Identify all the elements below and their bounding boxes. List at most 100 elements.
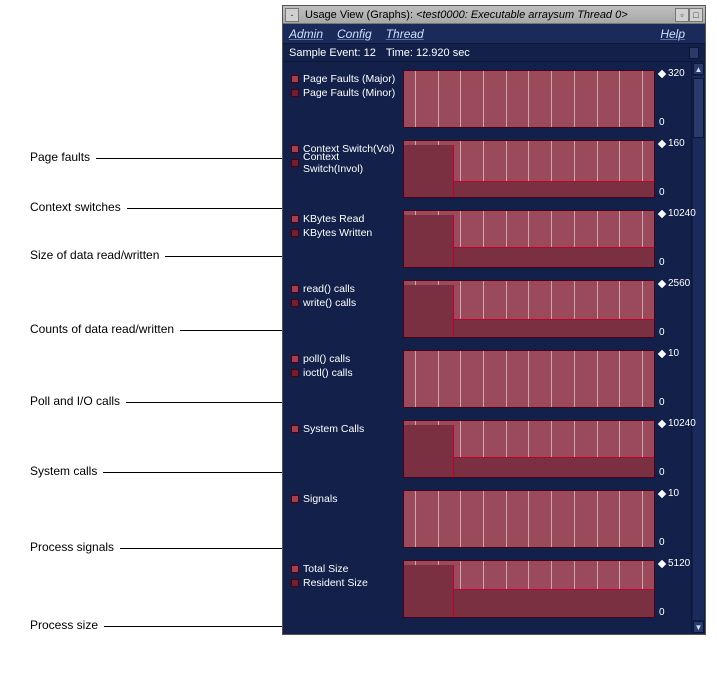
scale-max: 10240 bbox=[659, 418, 696, 429]
graph-scale: 102400 bbox=[657, 208, 691, 268]
graph-panel: poll() callsioctl() calls100 bbox=[287, 348, 691, 408]
legend-label: Resident Size bbox=[303, 577, 368, 589]
diamond-icon bbox=[658, 139, 666, 147]
graph-box[interactable]: 102400 bbox=[403, 208, 691, 268]
panel-legend: Signals bbox=[287, 488, 403, 548]
scale-max: 160 bbox=[659, 138, 685, 149]
graph-line bbox=[454, 457, 654, 458]
callout-text: Page faults bbox=[30, 150, 96, 164]
scale-min-value: 0 bbox=[659, 537, 665, 548]
scale-max: 10 bbox=[659, 488, 679, 499]
legend-row: ioctl() calls bbox=[291, 366, 399, 380]
callout-label: System calls bbox=[30, 464, 282, 478]
maximize-button[interactable]: □ bbox=[689, 8, 703, 22]
legend-row: Page Faults (Major) bbox=[291, 72, 399, 86]
panel-legend: read() callswrite() calls bbox=[287, 278, 403, 338]
graph-panel: Context Switch(Vol)Context Switch(Invol)… bbox=[287, 138, 691, 198]
callout-text: System calls bbox=[30, 464, 103, 478]
scale-max-value: 10 bbox=[668, 488, 679, 499]
diamond-icon bbox=[658, 69, 666, 77]
graph-box[interactable]: 102400 bbox=[403, 418, 691, 478]
graph-box[interactable]: 1600 bbox=[403, 138, 691, 198]
panel-legend: Page Faults (Major)Page Faults (Minor) bbox=[287, 68, 403, 128]
menu-admin[interactable]: Admin bbox=[289, 27, 323, 41]
scale-max: 10 bbox=[659, 348, 679, 359]
callout-label: Counts of data read/written bbox=[30, 322, 282, 336]
menu-config[interactable]: Config bbox=[337, 27, 372, 41]
graph-line bbox=[454, 247, 654, 248]
legend-swatch-icon bbox=[291, 285, 299, 293]
panel-legend: Total SizeResident Size bbox=[287, 558, 403, 618]
scroll-up-icon[interactable]: ▲ bbox=[693, 63, 704, 75]
diamond-icon bbox=[658, 419, 666, 427]
callout-label: Context switches bbox=[30, 200, 282, 214]
graph-panel: System Calls 102400 bbox=[287, 418, 691, 478]
status-scroll-knob[interactable] bbox=[689, 47, 699, 59]
menu-help[interactable]: Help bbox=[660, 27, 685, 41]
scroll-thumb[interactable] bbox=[693, 78, 704, 138]
graph-box[interactable]: 3200 bbox=[403, 68, 691, 128]
callout-text: Process size bbox=[30, 618, 104, 632]
callout-line bbox=[96, 158, 282, 159]
legend-label: KBytes Written bbox=[303, 227, 372, 239]
callout-line bbox=[104, 626, 282, 627]
callout-text: Context switches bbox=[30, 200, 127, 214]
legend-swatch-icon bbox=[291, 299, 299, 307]
scale-max-value: 320 bbox=[668, 68, 685, 79]
graph-plot[interactable] bbox=[403, 210, 655, 268]
graph-plot[interactable] bbox=[403, 420, 655, 478]
diamond-icon bbox=[658, 349, 666, 357]
graph-plot[interactable] bbox=[403, 490, 655, 548]
legend-swatch-icon bbox=[291, 495, 299, 503]
graph-line bbox=[454, 181, 654, 182]
legend-swatch-icon bbox=[291, 75, 299, 83]
graph-scale: 51200 bbox=[657, 558, 691, 618]
scroll-track[interactable] bbox=[693, 76, 704, 620]
window-menu-button[interactable]: - bbox=[285, 8, 299, 22]
vertical-scrollbar[interactable]: ▲ ▼ bbox=[691, 62, 705, 634]
legend-label: System Calls bbox=[303, 423, 364, 435]
legend-row: write() calls bbox=[291, 296, 399, 310]
status-sample: Sample Event: 12 bbox=[289, 47, 376, 59]
annotation-callouts: Page faults Context switches Size of data … bbox=[0, 0, 282, 698]
scale-min-value: 0 bbox=[659, 187, 665, 198]
legend-swatch-icon bbox=[291, 89, 299, 97]
scale-min-value: 0 bbox=[659, 467, 665, 478]
titlebar: - Usage View (Graphs): <test0000: Execut… bbox=[283, 6, 705, 24]
graph-plot[interactable] bbox=[403, 70, 655, 128]
minimize-button[interactable]: ▫ bbox=[675, 8, 689, 22]
graph-panel: KBytes ReadKBytes Written102400 bbox=[287, 208, 691, 268]
graph-plot[interactable] bbox=[403, 560, 655, 618]
legend-row: Page Faults (Minor) bbox=[291, 86, 399, 100]
graph-box[interactable]: 25600 bbox=[403, 278, 691, 338]
callout-text: Process signals bbox=[30, 540, 120, 554]
legend-row: Context Switch(Invol) bbox=[291, 156, 399, 170]
legend-swatch-icon bbox=[291, 369, 299, 377]
graph-plot[interactable] bbox=[403, 140, 655, 198]
callout-line bbox=[120, 548, 282, 549]
legend-label: write() calls bbox=[303, 297, 356, 309]
scale-max: 10240 bbox=[659, 208, 696, 219]
graph-scale: 10 0 bbox=[657, 488, 691, 548]
status-time: Time: 12.920 sec bbox=[386, 47, 470, 59]
callout-text: Poll and I/O calls bbox=[30, 394, 126, 408]
graph-box[interactable]: 10 0 bbox=[403, 488, 691, 548]
graph-panel: Signals 10 0 bbox=[287, 488, 691, 548]
menubar: Admin Config Thread Help bbox=[283, 24, 705, 44]
graph-plot[interactable] bbox=[403, 350, 655, 408]
graph-box[interactable]: 51200 bbox=[403, 558, 691, 618]
callout-label: Size of data read/written bbox=[30, 248, 282, 262]
callout-line bbox=[126, 402, 282, 403]
scale-max-value: 10 bbox=[668, 348, 679, 359]
graph-line bbox=[454, 319, 654, 320]
graph-plot[interactable] bbox=[403, 280, 655, 338]
graph-line bbox=[454, 589, 654, 590]
legend-row: Resident Size bbox=[291, 576, 399, 590]
graphs-area: Page Faults (Major)Page Faults (Minor)32… bbox=[283, 62, 705, 634]
menu-thread[interactable]: Thread bbox=[386, 27, 424, 41]
graph-fill bbox=[404, 565, 454, 617]
graph-box[interactable]: 100 bbox=[403, 348, 691, 408]
legend-row: KBytes Written bbox=[291, 226, 399, 240]
graph-gridlines bbox=[404, 491, 654, 547]
scroll-down-icon[interactable]: ▼ bbox=[693, 621, 704, 633]
